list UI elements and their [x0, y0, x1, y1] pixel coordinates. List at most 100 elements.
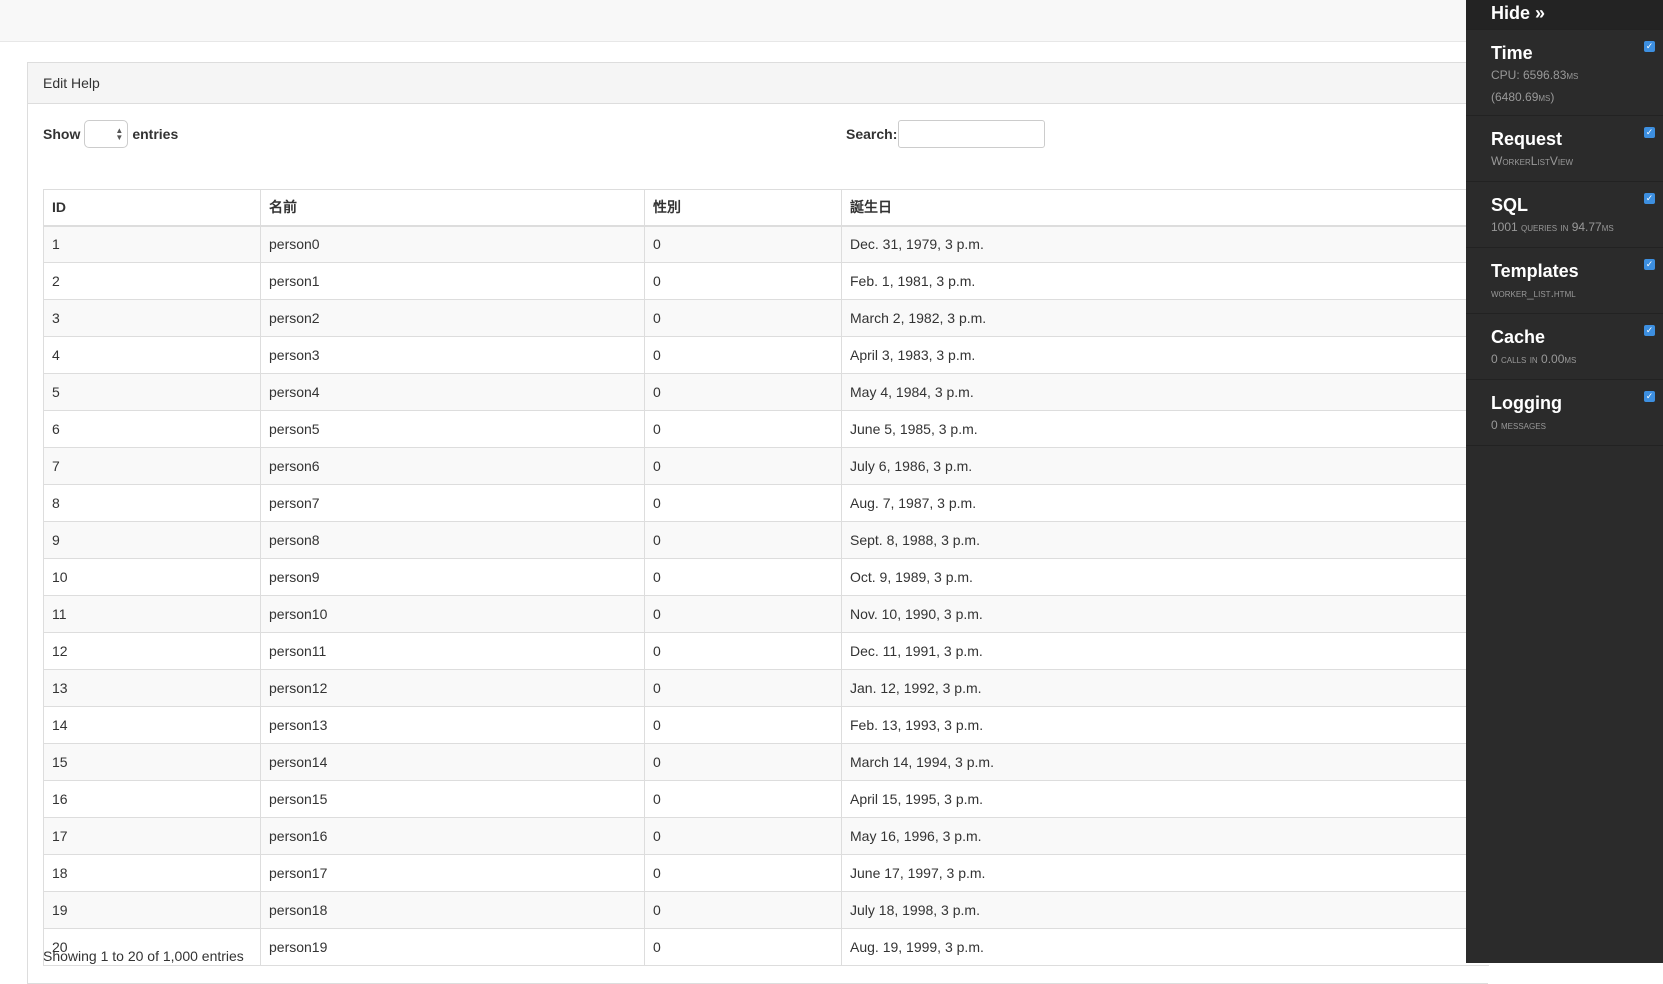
debug-panel-title: Time [1491, 43, 1533, 63]
cell-name: person18 [260, 891, 645, 929]
table-row: 2 person1 0 Feb. 1, 1981, 3 p.m. [43, 262, 1489, 300]
cell-gender: 0 [644, 299, 842, 337]
debug-panel-time[interactable]: Time CPU: 6596.83ms (6480.69ms) ✓ [1466, 30, 1663, 116]
select-arrows-icon: ▲ ▼ [115, 126, 124, 142]
cell-name: person15 [260, 780, 645, 818]
table-info: Showing 1 to 20 of 1,000 entries [43, 948, 244, 964]
edit-help-panel: Edit Help Show ▲ ▼ entries Search: ID 名前 … [27, 62, 1489, 984]
table-row: 11 person10 0 Nov. 10, 1990, 3 p.m. [43, 595, 1489, 633]
cell-gender: 0 [644, 410, 842, 448]
panel-toggle-checkbox-icon[interactable]: ✓ [1644, 193, 1655, 204]
panel-toggle-checkbox-icon[interactable]: ✓ [1644, 391, 1655, 402]
cell-name: person17 [260, 854, 645, 892]
cell-birthday: Oct. 9, 1989, 3 p.m. [841, 558, 1489, 596]
entries-label: entries [132, 126, 179, 142]
cell-name: person3 [260, 336, 645, 374]
debug-panel-title: Logging [1491, 393, 1562, 413]
cell-id: 1 [43, 225, 261, 263]
panel-toggle-checkbox-icon[interactable]: ✓ [1644, 325, 1655, 336]
cell-id: 2 [43, 262, 261, 300]
table-row: 20 person19 0 Aug. 19, 1999, 3 p.m. [43, 928, 1489, 966]
cell-name: person12 [260, 669, 645, 707]
cell-name: person11 [260, 632, 645, 670]
cell-birthday: Nov. 10, 1990, 3 p.m. [841, 595, 1489, 633]
search-control: Search: [846, 118, 1046, 150]
cell-birthday: Jan. 12, 1992, 3 p.m. [841, 669, 1489, 707]
debug-panel-subtitle: worker_list.html [1491, 286, 1576, 300]
table-row: 6 person5 0 June 5, 1985, 3 p.m. [43, 410, 1489, 448]
table-row: 13 person12 0 Jan. 12, 1992, 3 p.m. [43, 669, 1489, 707]
cell-id: 6 [43, 410, 261, 448]
column-header-id[interactable]: ID [43, 189, 261, 227]
table-row: 15 person14 0 March 14, 1994, 3 p.m. [43, 743, 1489, 781]
panel-toggle-checkbox-icon[interactable]: ✓ [1644, 41, 1655, 52]
cell-name: person19 [260, 928, 645, 966]
table-row: 14 person13 0 Feb. 13, 1993, 3 p.m. [43, 706, 1489, 744]
cell-id: 9 [43, 521, 261, 559]
debug-panel-subtitle-2: (6480.69ms) [1491, 90, 1555, 104]
table-row: 8 person7 0 Aug. 7, 1987, 3 p.m. [43, 484, 1489, 522]
cell-birthday: July 18, 1998, 3 p.m. [841, 891, 1489, 929]
panel-toggle-checkbox-icon[interactable]: ✓ [1644, 259, 1655, 270]
panel-toggle-checkbox-icon[interactable]: ✓ [1644, 127, 1655, 138]
cell-name: person9 [260, 558, 645, 596]
cell-birthday: Aug. 19, 1999, 3 p.m. [841, 928, 1489, 966]
cell-id: 10 [43, 558, 261, 596]
cell-name: person7 [260, 484, 645, 522]
search-input[interactable] [898, 120, 1046, 148]
cell-birthday: March 14, 1994, 3 p.m. [841, 743, 1489, 781]
column-header-gender[interactable]: 性別 [644, 189, 842, 227]
column-header-birthday[interactable]: 誕生日 [841, 189, 1489, 227]
entries-length-select[interactable]: ▲ ▼ [84, 120, 129, 148]
table-row: 5 person4 0 May 4, 1984, 3 p.m. [43, 373, 1489, 411]
cell-id: 18 [43, 854, 261, 892]
cell-id: 16 [43, 780, 261, 818]
table-row: 10 person9 0 Oct. 9, 1989, 3 p.m. [43, 558, 1489, 596]
cell-id: 4 [43, 336, 261, 374]
debug-panel-title: SQL [1491, 195, 1529, 215]
cell-birthday: May 16, 1996, 3 p.m. [841, 817, 1489, 855]
table-row: 18 person17 0 June 17, 1997, 3 p.m. [43, 854, 1489, 892]
table-row: 19 person18 0 July 18, 1998, 3 p.m. [43, 891, 1489, 929]
cell-birthday: Feb. 13, 1993, 3 p.m. [841, 706, 1489, 744]
cell-birthday: April 3, 1983, 3 p.m. [841, 336, 1489, 374]
table-row: 7 person6 0 July 6, 1986, 3 p.m. [43, 447, 1489, 485]
hide-toolbar-button[interactable]: Hide » [1466, 0, 1663, 30]
cell-gender: 0 [644, 891, 842, 929]
debug-panel-subtitle: CPU: 6596.83ms [1491, 68, 1579, 82]
table-row: 4 person3 0 April 3, 1983, 3 p.m. [43, 336, 1489, 374]
debug-panel-subtitle: 0 calls in 0.00ms [1491, 352, 1577, 366]
cell-gender: 0 [644, 595, 842, 633]
debug-panel-request[interactable]: Request WorkerListView ✓ [1466, 116, 1663, 182]
cell-birthday: June 5, 1985, 3 p.m. [841, 410, 1489, 448]
debug-panel-sql[interactable]: SQL 1001 queries in 94.77ms ✓ [1466, 182, 1663, 248]
table-row: 1 person0 0 Dec. 31, 1979, 3 p.m. [43, 225, 1489, 263]
debug-toolbar: Hide » Time CPU: 6596.83ms (6480.69ms) ✓ Req… [1466, 0, 1663, 963]
debug-panel-cache[interactable]: Cache 0 calls in 0.00ms ✓ [1466, 314, 1663, 380]
debug-panel-title: Request [1491, 129, 1563, 149]
cell-gender: 0 [644, 373, 842, 411]
cell-id: 17 [43, 817, 261, 855]
cell-gender: 0 [644, 854, 842, 892]
panel-heading: Edit Help [28, 63, 1488, 104]
cell-name: person13 [260, 706, 645, 744]
workers-table: ID 名前 性別 誕生日 1 person0 0 Dec. 31, 1979, 3 p… [43, 189, 1489, 966]
debug-panel-templates[interactable]: Templates worker_list.html ✓ [1466, 248, 1663, 314]
cell-gender: 0 [644, 928, 842, 966]
cell-id: 8 [43, 484, 261, 522]
debug-panel-logging[interactable]: Logging 0 messages ✓ [1466, 380, 1663, 446]
cell-name: person0 [260, 225, 645, 263]
cell-birthday: May 4, 1984, 3 p.m. [841, 373, 1489, 411]
cell-name: person10 [260, 595, 645, 633]
column-header-name[interactable]: 名前 [260, 189, 645, 227]
cell-gender: 0 [644, 780, 842, 818]
cell-gender: 0 [644, 669, 842, 707]
cell-id: 11 [43, 595, 261, 633]
cell-name: person14 [260, 743, 645, 781]
cell-gender: 0 [644, 706, 842, 744]
table-row: 12 person11 0 Dec. 11, 1991, 3 p.m. [43, 632, 1489, 670]
debug-panel-title: Cache [1491, 327, 1546, 347]
cell-gender: 0 [644, 484, 842, 522]
cell-name: person16 [260, 817, 645, 855]
cell-name: person2 [260, 299, 645, 337]
